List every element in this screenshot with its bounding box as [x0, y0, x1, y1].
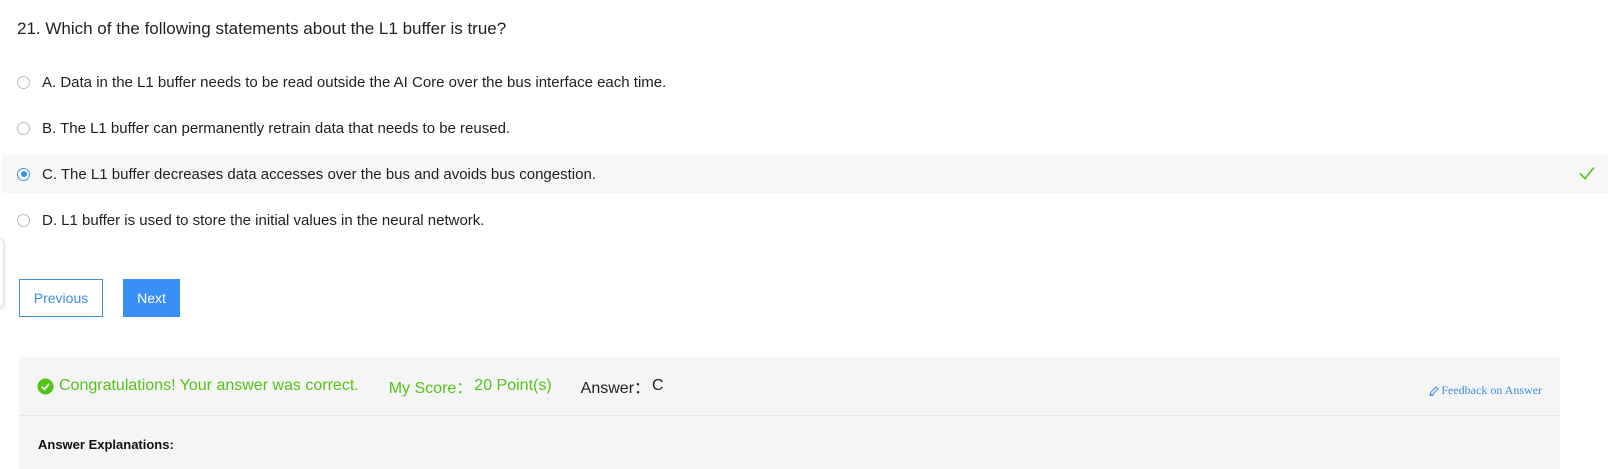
- result-message: Congratulations! Your answer was correct…: [59, 377, 359, 394]
- previous-button[interactable]: Previous: [19, 279, 103, 317]
- answer-label: Answer：: [580, 380, 651, 397]
- answer-value: C: [652, 377, 664, 394]
- score-label: My Score：: [388, 380, 473, 397]
- option-a-label: A. Data in the L1 buffer needs to be rea…: [42, 73, 667, 91]
- radio-a[interactable]: [17, 75, 30, 89]
- radio-c[interactable]: [17, 167, 30, 181]
- option-d[interactable]: D. L1 buffer is used to store the initia…: [2, 201, 1608, 239]
- check-circle-icon: [37, 377, 54, 395]
- side-drawer-tab[interactable]: [0, 238, 4, 308]
- correct-check-icon: [1579, 166, 1595, 180]
- edit-icon: [1429, 385, 1440, 396]
- score-value: 20 Point(s): [474, 377, 552, 394]
- option-b-label: B. The L1 buffer can permanently retrain…: [42, 119, 511, 137]
- result-panel: Congratulations! Your answer was correct…: [19, 357, 1560, 469]
- option-d-label: D. L1 buffer is used to store the initia…: [42, 211, 485, 229]
- option-c[interactable]: C. The L1 buffer decreases data accesses…: [2, 155, 1608, 193]
- feedback-link[interactable]: Feedback on Answer: [1429, 383, 1542, 398]
- question-title: 21. Which of the following statements ab…: [17, 19, 507, 38]
- explanation-title: Answer Explanations:: [38, 437, 174, 452]
- feedback-label: Feedback on Answer: [1441, 383, 1542, 397]
- radio-d[interactable]: [17, 213, 30, 227]
- option-b[interactable]: B. The L1 buffer can permanently retrain…: [2, 109, 1608, 147]
- next-button[interactable]: Next: [123, 279, 180, 317]
- radio-b[interactable]: [17, 121, 30, 135]
- option-a[interactable]: A. Data in the L1 buffer needs to be rea…: [2, 63, 1608, 101]
- option-c-label: C. The L1 buffer decreases data accesses…: [42, 165, 596, 183]
- result-summary: Congratulations! Your answer was correct…: [19, 357, 1560, 416]
